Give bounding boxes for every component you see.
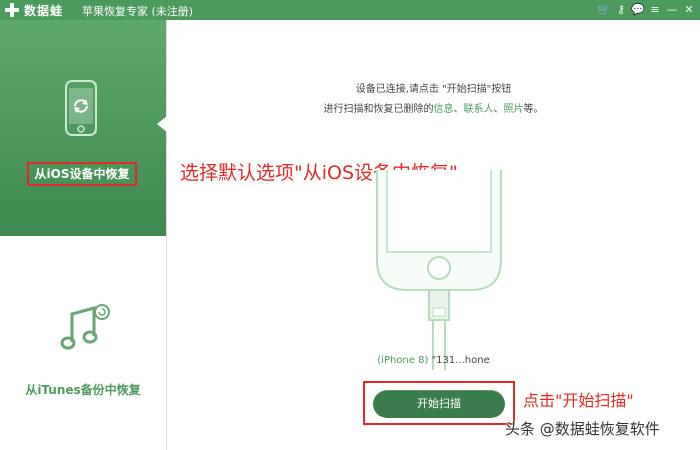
link-photos[interactable]: 照片	[504, 104, 524, 115]
main-panel: 设备已连接,请点击 "开始扫描"按钮 进行扫描和恢复已删除的信息、联系人、照片等…	[167, 20, 700, 450]
app-name: 数据蛙	[24, 4, 64, 18]
desc-prefix: 进行扫描和恢复已删除的	[323, 104, 434, 115]
desc-sep2: 、	[493, 104, 504, 115]
itunes-music-icon	[60, 304, 110, 350]
window-title: 苹果恢复专家 (未注册)	[82, 5, 194, 18]
key-icon[interactable]: ⚷	[614, 2, 628, 18]
desc-suffix: 等。	[523, 104, 544, 115]
device-name: "131...hone	[431, 355, 490, 366]
title-bar: 数据蛙 苹果恢复专家 (未注册) 🛒 ⚷ 💬 ≡ — ✕	[0, 0, 700, 20]
watermark: 头条 @数据蛙恢复软件	[505, 420, 660, 438]
cart-icon[interactable]: 🛒	[597, 2, 611, 18]
desc-sep1: 、	[453, 104, 464, 115]
chat-icon[interactable]: 💬	[631, 2, 645, 18]
menu-icon[interactable]: ≡	[648, 2, 662, 18]
annotation-click-scan: 点击"开始扫描"	[523, 391, 634, 410]
mode-ios-device[interactable]: 从iOS设备中恢复	[0, 20, 167, 236]
annotation-box-ios: 从iOS设备中恢复	[27, 162, 137, 186]
sidebar: 从iOS设备中恢复 从iTunes备份中恢复	[0, 20, 167, 450]
mode-itunes-backup[interactable]: 从iTunes备份中恢复	[0, 236, 166, 450]
link-contacts[interactable]: 联系人	[464, 104, 494, 115]
iphone-illustration	[376, 170, 502, 370]
titlebar-controls: 🛒 ⚷ 💬 ≡ — ✕	[597, 2, 696, 18]
start-scan-button[interactable]: 开始扫描	[373, 390, 505, 418]
scan-description: 进行扫描和恢复已删除的信息、联系人、照片等。	[167, 100, 700, 115]
link-messages[interactable]: 信息	[434, 104, 454, 115]
connected-message: 设备已连接,请点击 "开始扫描"按钮	[355, 84, 512, 95]
annotation-box-scan: 开始扫描	[363, 381, 515, 425]
device-info: (iPhone 8) "131...hone	[167, 355, 700, 366]
device-model: (iPhone 8)	[377, 355, 429, 366]
phone-recover-icon	[65, 80, 97, 136]
minimize-icon[interactable]: —	[665, 2, 679, 18]
app-logo-icon	[5, 3, 19, 17]
mode-itunes-label: 从iTunes备份中恢复	[25, 383, 141, 397]
mode-ios-label: 从iOS设备中恢复	[34, 167, 130, 181]
close-icon[interactable]: ✕	[682, 2, 696, 18]
active-pointer	[157, 116, 167, 132]
